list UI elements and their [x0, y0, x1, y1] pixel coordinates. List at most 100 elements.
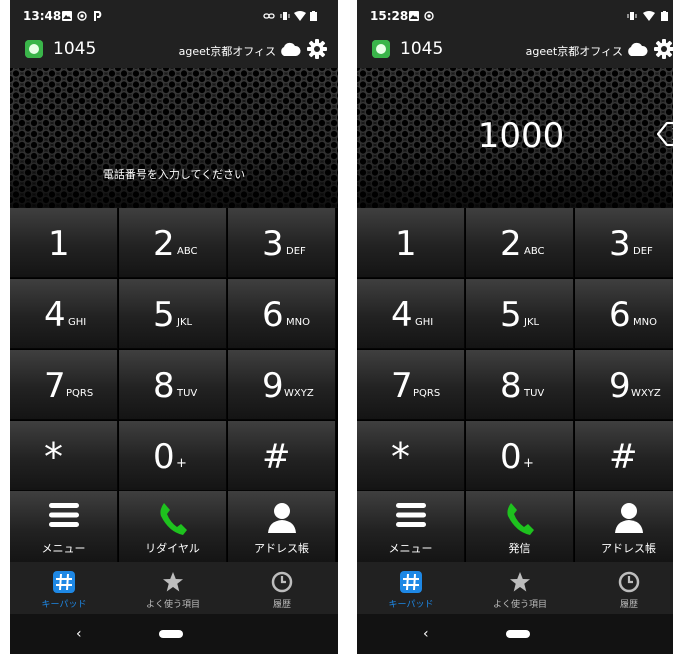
tab-favorites-label: よく使う項目 — [145, 600, 200, 610]
cloud-icon[interactable] — [626, 42, 648, 56]
tab-favorites-label: よく使う項目 — [492, 600, 547, 610]
vibrate-icon — [280, 12, 290, 20]
status-time: 15:28 — [370, 9, 409, 23]
wifi-icon — [294, 11, 306, 21]
tab-bar: キーパッド よく使う項目 履歴 — [10, 562, 338, 614]
key-hash[interactable]: # — [575, 421, 673, 491]
p-notification-icon — [94, 11, 102, 21]
system-nav-bar: ‹ — [10, 614, 338, 654]
key-3[interactable]: 3 DEF — [575, 208, 673, 278]
key-hash[interactable]: # — [228, 421, 336, 491]
back-icon[interactable]: ‹ — [76, 626, 82, 642]
key-2[interactable]: 2 ABC — [119, 208, 227, 278]
phone-call-icon — [506, 503, 534, 535]
clock-icon — [271, 571, 293, 593]
redial-button[interactable]: リダイヤル — [119, 491, 227, 562]
gear-icon[interactable] — [654, 39, 673, 59]
tab-favorites[interactable]: よく使う項目 — [119, 562, 227, 614]
system-nav-bar: ‹ — [357, 614, 673, 654]
menu-button[interactable]: メニュー — [10, 491, 118, 562]
home-pill-icon[interactable] — [506, 630, 530, 638]
status-bar: 13:48 — [10, 0, 338, 33]
action-row: メニュー リダイヤル アドレス帳 — [10, 491, 338, 562]
key-9[interactable]: 9 WXYZ — [228, 350, 336, 420]
contact-icon — [267, 503, 296, 533]
tab-history-label: 履歴 — [272, 600, 291, 610]
spiral-notification-icon — [77, 11, 87, 21]
image-notification-icon — [62, 11, 72, 21]
key-7[interactable]: 7 PQRS — [10, 350, 118, 420]
office-name: ageet京都オフィス — [178, 45, 276, 58]
key-6[interactable]: 6 MNO — [228, 279, 336, 349]
key-7[interactable]: 7 PQRS — [357, 350, 465, 420]
tab-favorites[interactable]: よく使う項目 — [466, 562, 574, 614]
status-time: 13:48 — [23, 9, 62, 23]
address-book-label: アドレス帳 — [254, 542, 309, 555]
tab-keypad[interactable]: キーパッド — [357, 562, 465, 614]
menu-icon — [395, 503, 426, 527]
tab-keypad[interactable]: キーパッド — [10, 562, 118, 614]
key-4[interactable]: 4 GHI — [10, 279, 118, 349]
back-icon[interactable]: ‹ — [423, 626, 429, 642]
wifi-icon — [643, 11, 655, 21]
app-bar: 1045 ageet京都オフィス — [10, 33, 338, 68]
clock-icon — [618, 571, 640, 593]
home-pill-icon[interactable] — [159, 630, 183, 638]
key-1[interactable]: 1 — [10, 208, 118, 278]
online-status-icon[interactable] — [25, 40, 43, 58]
dialer-screen-1: 13:48 1045 ageet京都オフィス 電話番号を入力してください 1 2… — [10, 0, 338, 654]
tab-history[interactable]: 履歴 — [228, 562, 336, 614]
key-9[interactable]: 9 WXYZ — [575, 350, 673, 420]
vibrate-icon — [627, 12, 637, 20]
cloud-icon[interactable] — [279, 42, 301, 56]
display-hint: 電話番号を入力してください — [102, 168, 246, 181]
key-5[interactable]: 5 JKL — [466, 279, 574, 349]
key-star[interactable]: * — [10, 421, 118, 491]
dial-keypad: 1 2 ABC 3 DEF 4 GHI 5 JKL 6 MNO 7 PQRS 8 TUV 9W… — [357, 208, 673, 491]
key-1[interactable]: 1 — [357, 208, 465, 278]
key-2[interactable]: 2 ABC — [466, 208, 574, 278]
battery-icon — [310, 11, 317, 21]
entered-number: 1000 — [477, 116, 565, 156]
redial-label: リダイヤル — [145, 542, 200, 555]
backspace-icon[interactable] — [657, 121, 673, 147]
key-3[interactable]: 3 DEF — [228, 208, 336, 278]
key-4[interactable]: 4 GHI — [357, 279, 465, 349]
menu-button[interactable]: メニュー — [357, 491, 465, 562]
action-row: メニュー 発信 アドレス帳 — [357, 491, 673, 562]
key-0[interactable]: 0 + — [466, 421, 574, 491]
address-book-button[interactable]: アドレス帳 — [228, 491, 336, 562]
address-book-label: アドレス帳 — [601, 542, 656, 555]
online-status-icon[interactable] — [372, 40, 390, 58]
gear-icon[interactable] — [307, 39, 327, 59]
app-bar: 1045 ageet京都オフィス — [357, 33, 673, 68]
tab-history[interactable]: 履歴 — [575, 562, 673, 614]
tab-keypad-label: キーパッド — [388, 600, 434, 610]
menu-icon — [48, 503, 79, 527]
image-notification-icon — [409, 11, 419, 21]
spiral-notification-icon — [424, 11, 434, 21]
call-label: 発信 — [508, 542, 531, 555]
office-name: ageet京都オフィス — [525, 45, 623, 58]
tab-keypad-label: キーパッド — [41, 600, 87, 610]
key-0[interactable]: 0 + — [119, 421, 227, 491]
key-8[interactable]: 8 TUV — [119, 350, 227, 420]
dial-keypad: 1 2 ABC 3 DEF 4 GHI 5 JKL 6 MNO 7 PQRS 8 TUV 9W… — [10, 208, 338, 491]
tab-history-label: 履歴 — [619, 600, 638, 610]
address-book-button[interactable]: アドレス帳 — [575, 491, 673, 562]
star-icon — [163, 572, 183, 592]
dialer-screen-2: 15:28 1045 ageet京都オフィス 1000 1 2 ABC 3 DEF … — [357, 0, 673, 654]
star-icon — [510, 572, 530, 592]
key-star[interactable]: * — [357, 421, 465, 491]
menu-label: メニュー — [41, 542, 86, 555]
keypad-icon — [53, 571, 75, 593]
keypad-icon — [400, 571, 422, 593]
key-6[interactable]: 6 MNO — [575, 279, 673, 349]
contact-icon — [614, 503, 643, 533]
status-bar: 15:28 — [357, 0, 673, 33]
call-button[interactable]: 発信 — [466, 491, 574, 562]
key-8[interactable]: 8 TUV — [466, 350, 574, 420]
link-icon — [263, 13, 275, 19]
key-5[interactable]: 5 JKL — [119, 279, 227, 349]
phone-call-icon — [159, 503, 187, 535]
